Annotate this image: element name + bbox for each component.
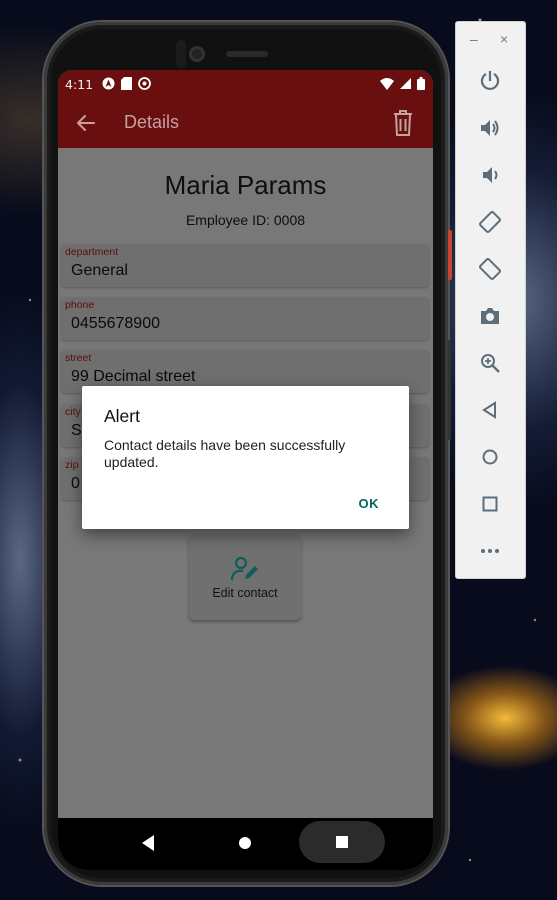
earpiece-speaker [226, 51, 268, 57]
nav-home-icon[interactable] [239, 837, 251, 849]
at-sign-icon [138, 77, 151, 90]
rotate-right-icon[interactable] [478, 257, 502, 281]
dialog-message: Contact details have been successfully u… [104, 437, 346, 470]
nav-back-icon[interactable] [140, 834, 156, 852]
trash-icon[interactable] [391, 109, 415, 137]
close-button[interactable]: × [500, 31, 508, 47]
camera-housing [176, 40, 186, 68]
field-label: department [65, 246, 119, 258]
edit-contact-label: Edit contact [212, 586, 278, 600]
volume-down-icon[interactable] [478, 163, 502, 187]
back-icon[interactable] [478, 398, 502, 422]
back-arrow-icon[interactable] [74, 111, 98, 135]
page-title: Details [124, 112, 180, 132]
contact-name: Maria Params [164, 170, 327, 200]
status-notification-icons [102, 77, 151, 90]
field-label: city [65, 406, 81, 418]
status-bar: 4:11 [58, 70, 433, 98]
front-camera [189, 46, 205, 62]
employee-id: Employee ID: 0008 [185, 212, 306, 228]
battery-icon [417, 77, 425, 90]
app-bar: Details [58, 98, 433, 148]
edit-person-icon [231, 556, 258, 581]
rotate-left-icon[interactable] [478, 210, 502, 234]
wifi-icon [380, 77, 394, 90]
overview-icon[interactable] [478, 492, 502, 516]
field-label: zip [65, 459, 79, 471]
camera-icon[interactable] [478, 304, 502, 328]
edit-contact-button[interactable]: Edit contact [189, 534, 301, 620]
react-native-icon [102, 77, 115, 90]
field-department[interactable]: department General [61, 244, 429, 287]
field-value: General [71, 262, 128, 279]
field-phone[interactable]: phone 0455678900 [61, 297, 429, 340]
power-icon[interactable] [478, 69, 502, 93]
nav-recents-button[interactable] [299, 821, 385, 863]
volume-up-icon[interactable] [478, 116, 502, 140]
power-side-button[interactable] [448, 230, 452, 280]
status-system-icons [380, 77, 425, 90]
field-label: phone [65, 299, 95, 311]
volume-side-button[interactable] [448, 340, 451, 440]
field-label: street [65, 352, 92, 364]
status-time: 4:11 [65, 77, 94, 92]
field-value: 99 Decimal street [71, 368, 196, 385]
dialog-ok-button[interactable]: OK [359, 496, 380, 511]
dialog-title: Alert [104, 406, 140, 426]
field-value: 0 [71, 475, 80, 492]
signal-icon [400, 78, 411, 89]
alert-dialog: Alert Contact details have been successf… [82, 386, 409, 529]
home-icon[interactable] [478, 445, 502, 469]
android-nav-bar [58, 818, 433, 870]
nav-recents-icon [336, 836, 348, 848]
emulator-toolbar: – × [456, 22, 525, 578]
field-value: 0455678900 [71, 315, 160, 332]
zoom-icon[interactable] [478, 351, 502, 375]
more-icon[interactable] [478, 539, 502, 563]
minimize-button[interactable]: – [470, 31, 478, 47]
sd-card-icon [121, 77, 132, 90]
field-value: S [71, 422, 82, 439]
